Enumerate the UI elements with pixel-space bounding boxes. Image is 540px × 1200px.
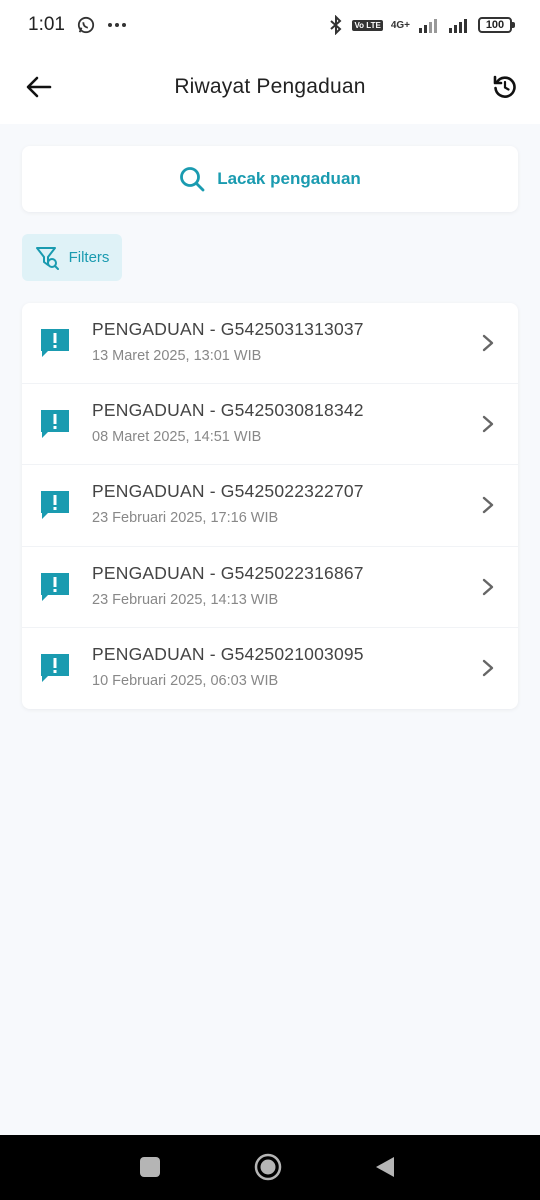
alert-message-icon [41, 329, 69, 357]
triangle-back-icon [376, 1157, 394, 1177]
alert-message-icon [41, 653, 69, 682]
alert-message-icon [41, 572, 69, 601]
complaint-title: PENGADUAN - G5425022316867 [92, 562, 364, 583]
alert-message-icon [41, 491, 69, 520]
list-item[interactable]: PENGADUAN - G5425030818342 08 Maret 2025… [22, 384, 518, 466]
system-nav-bar [0, 1135, 540, 1200]
signal-icon-2 [448, 17, 470, 33]
list-item[interactable]: PENGADUAN - G5425021003095 10 Februari 2… [22, 628, 518, 709]
chevron-right-icon [482, 334, 494, 352]
signal-icon [418, 17, 440, 33]
bluetooth-icon [328, 15, 344, 35]
more-dots-icon [107, 22, 127, 28]
back-button[interactable] [22, 70, 56, 104]
status-bar: 1:01 Vo LTE 4G+ 100 [0, 0, 540, 50]
list-item[interactable]: PENGADUAN - G5425031313037 13 Maret 2025… [22, 303, 518, 385]
chevron-right-icon [482, 578, 494, 595]
complaint-title: PENGADUAN - G5425021003095 [92, 643, 364, 664]
complaint-title: PENGADUAN - G5425022322707 [92, 481, 364, 502]
status-time: 1:01 [28, 14, 65, 35]
filters-button[interactable]: Filters [22, 234, 122, 281]
complaint-date: 10 Februari 2025, 06:03 WIB [92, 672, 279, 689]
square-icon [140, 1157, 160, 1177]
complaint-date: 08 Maret 2025, 14:51 WIB [92, 429, 262, 446]
whatsapp-icon [77, 16, 95, 34]
chevron-right-icon [482, 415, 494, 433]
page-title: Riwayat Pengaduan [174, 75, 366, 98]
track-complaint-label: Lacak pengaduan [217, 169, 361, 188]
filters-label: Filters [68, 249, 110, 266]
search-icon [180, 167, 205, 192]
alert-message-icon [41, 410, 69, 439]
chevron-right-icon [482, 659, 494, 676]
complaint-date: 23 Februari 2025, 14:13 WIB [92, 591, 279, 608]
list-item[interactable]: PENGADUAN - G5425022322707 23 Februari 2… [22, 465, 518, 547]
status-left: 1:01 [28, 14, 127, 36]
refresh-icon [493, 75, 516, 98]
complaint-title: PENGADUAN - G5425031313037 [92, 319, 364, 339]
track-complaint-button[interactable]: Lacak pengaduan [22, 146, 518, 212]
home-circle-icon [254, 1153, 282, 1181]
app-bar: Riwayat Pengaduan [0, 50, 540, 124]
home-button[interactable] [253, 1152, 283, 1182]
recents-button[interactable] [138, 1155, 162, 1179]
complaint-date: 23 Februari 2025, 17:16 WIB [92, 510, 279, 527]
refresh-button[interactable] [488, 70, 522, 104]
complaint-list: PENGADUAN - G5425031313037 13 Maret 2025… [22, 303, 518, 709]
complaint-date: 13 Maret 2025, 13:01 WIB [92, 348, 262, 364]
list-item[interactable]: PENGADUAN - G5425022316867 23 Februari 2… [22, 547, 518, 628]
network-type: 4G+ [390, 19, 410, 31]
complaint-title: PENGADUAN - G5425030818342 [92, 400, 364, 421]
chevron-right-icon [482, 497, 494, 514]
status-right: Vo LTE 4G+ 100 [328, 15, 515, 35]
battery-icon: 100 [478, 17, 515, 33]
back-nav-button[interactable] [373, 1155, 397, 1179]
volte-badge: Vo LTE [352, 19, 383, 31]
filter-icon [35, 246, 59, 270]
arrow-left-icon [26, 76, 52, 98]
